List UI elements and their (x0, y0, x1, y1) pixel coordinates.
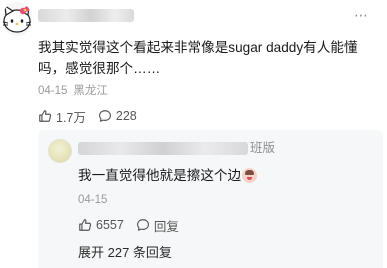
commenter-avatar[interactable] (2, 2, 32, 36)
comment-bubble-icon (136, 219, 149, 231)
thumbs-up-icon (39, 110, 52, 122)
comment-reply-count: 228 (115, 109, 137, 123)
reply-reply-label: 回复 (153, 219, 179, 234)
comment-meta: 04-15 黑龙江 (38, 84, 108, 98)
reply-name-redacted (78, 142, 248, 155)
reply-text-line: 我一直觉得他就是擦这个边 (78, 166, 258, 186)
reply-like-button[interactable]: 6557 (78, 218, 124, 232)
comment-reply-button[interactable]: 228 (98, 109, 137, 123)
reply-reply-button[interactable]: 回复 (136, 216, 179, 235)
comment-bubble-icon (98, 110, 111, 122)
thumbs-up-icon (79, 219, 92, 231)
commenter-name-redacted (38, 9, 134, 22)
comment-like-count: 1.7万 (56, 110, 86, 125)
more-dots-icon[interactable]: ⋯ (354, 8, 369, 22)
reply-avatar[interactable] (48, 139, 72, 163)
blushing-face-emoji-icon (242, 168, 258, 183)
expand-replies-link[interactable]: 展开 227 条回复 (78, 245, 172, 261)
comment-text: 我其实觉得这个看起来非常像是sugar daddy有人能懂吗，感觉很那个…… (38, 40, 358, 76)
hello-kitty-avatar-icon (2, 4, 32, 33)
comment-date: 04-15 (38, 85, 68, 97)
reply-date: 04-15 (78, 194, 108, 206)
reply-actions: 6557 回复 (78, 216, 179, 235)
comment-actions: 1.7万 228 (38, 107, 137, 126)
reply-like-count: 6557 (96, 218, 124, 232)
reply-name-suffix: 班版 (250, 141, 276, 155)
comment-like-button[interactable]: 1.7万 (38, 107, 86, 126)
comment-location: 黑龙江 (73, 85, 108, 97)
reply-text: 我一直觉得他就是擦这个边 (78, 168, 242, 183)
